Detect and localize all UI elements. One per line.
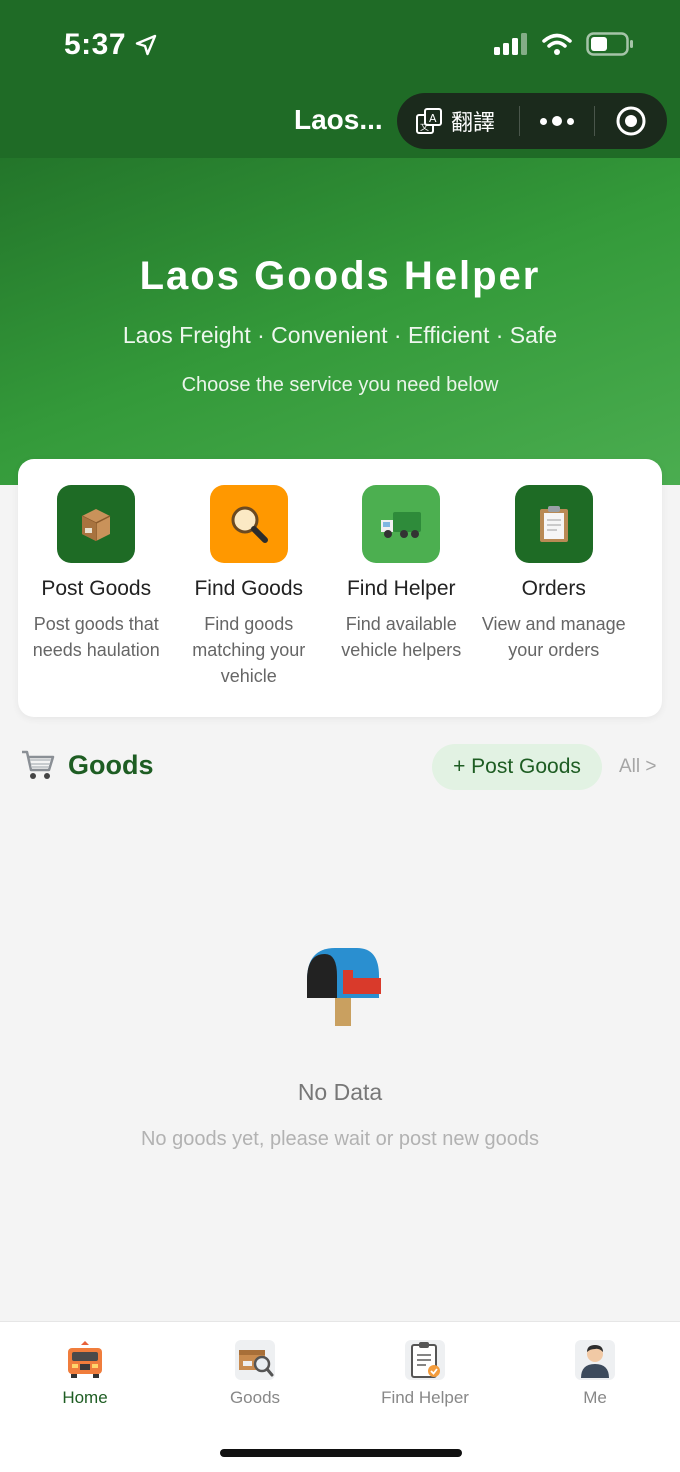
home-indicator[interactable] xyxy=(220,1449,462,1457)
service-label: Orders xyxy=(521,577,586,600)
dot-icon xyxy=(552,116,562,126)
service-card: Post Goods Post goods that needs haulati… xyxy=(18,459,662,717)
shopping-cart-icon xyxy=(22,750,55,779)
translate-button[interactable]: A 文 翻譯 xyxy=(397,105,519,137)
empty-description: No goods yet, please wait or post new go… xyxy=(140,1128,540,1150)
service-desc: Find available vehicle helpers xyxy=(341,614,462,660)
clipboard-check-icon xyxy=(405,1340,445,1380)
empty-state: No Data No goods yet, please wait or pos… xyxy=(0,940,680,1151)
dot-icon xyxy=(567,117,574,125)
miniprogram-capsule: A 文 翻譯 xyxy=(397,93,667,149)
wifi-icon xyxy=(542,33,572,55)
tab-label: Goods xyxy=(229,1388,281,1407)
svg-text:A: A xyxy=(429,112,437,125)
service-post-goods[interactable]: Post Goods Post goods that needs haulati… xyxy=(20,459,173,717)
status-bar: 5:37 xyxy=(0,0,680,90)
service-label: Post Goods xyxy=(41,577,152,600)
user-icon xyxy=(575,1340,615,1380)
truck-icon xyxy=(362,485,441,563)
goods-title-text: Goods xyxy=(68,749,154,780)
tab-label: Home xyxy=(62,1388,108,1407)
service-orders[interactable]: Orders View and manage your orders xyxy=(478,459,631,717)
service-desc: View and manage your orders xyxy=(481,614,626,660)
service-find-helper[interactable]: Find Helper Find available vehicle helpe… xyxy=(325,459,478,717)
service-label: Find Goods xyxy=(194,577,304,600)
location-arrow-icon xyxy=(135,34,157,56)
hero-subtitle: Laos Freight · Convenient · Efficient · … xyxy=(122,322,558,348)
tab-me[interactable]: Me xyxy=(510,1322,680,1472)
top-bar: 5:37 Laos... A 文 翻譯 xyxy=(0,0,680,158)
nav-title: Laos... xyxy=(294,104,383,135)
goods-title: Goods xyxy=(20,748,154,782)
translate-icon: A 文 xyxy=(416,108,442,134)
more-button[interactable] xyxy=(520,116,594,126)
service-desc: Find goods matching your vehicle xyxy=(192,614,306,686)
goods-section-header: Goods + Post Goods All > xyxy=(0,740,680,796)
hero-banner: Laos Goods Helper Laos Freight · Conveni… xyxy=(0,158,680,485)
close-miniprogram-button[interactable] xyxy=(595,105,667,137)
status-time: 5:37 xyxy=(64,28,158,62)
target-icon xyxy=(616,106,646,136)
svg-text:文: 文 xyxy=(420,121,429,133)
hero-title: Laos Goods Helper xyxy=(139,254,541,298)
empty-title: No Data xyxy=(297,1079,383,1105)
clipboard-icon xyxy=(514,485,593,563)
post-goods-button[interactable]: + Post Goods xyxy=(432,744,602,790)
mailbox-icon xyxy=(307,948,381,1026)
battery-icon xyxy=(586,32,633,56)
tab-home[interactable]: Home xyxy=(0,1322,170,1472)
translate-label: 翻譯 xyxy=(451,110,496,135)
dot-icon xyxy=(540,117,547,125)
time-text: 5:37 xyxy=(64,28,127,61)
magnifier-icon xyxy=(209,485,288,563)
package-icon xyxy=(57,485,136,563)
status-icons xyxy=(494,32,634,56)
truck-front-icon xyxy=(65,1340,105,1380)
all-goods-link[interactable]: All > xyxy=(619,756,657,778)
signal-icon xyxy=(494,33,527,55)
tab-label: Me xyxy=(583,1388,607,1407)
service-desc: Post goods that needs haulation xyxy=(32,614,160,660)
goods-search-icon xyxy=(235,1340,275,1380)
service-find-goods[interactable]: Find Goods Find goods matching your vehi… xyxy=(173,459,326,717)
tab-label: Find Helper xyxy=(381,1388,469,1407)
hero-hint: Choose the service you need below xyxy=(181,374,499,396)
service-label: Find Helper xyxy=(346,577,456,600)
